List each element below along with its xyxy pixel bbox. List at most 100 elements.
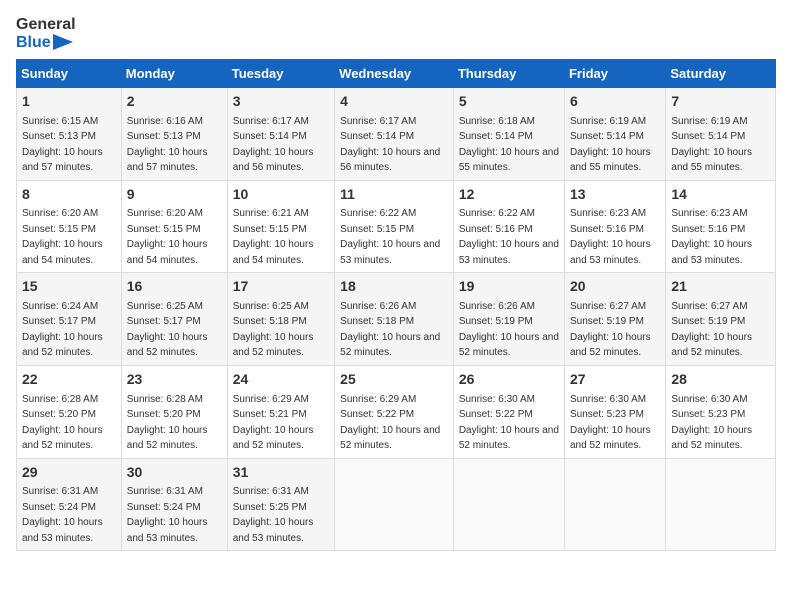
header-tuesday: Tuesday [227,60,334,88]
day-sunrise: Sunrise: 6:30 AM [570,394,646,405]
day-sunset: Sunset: 5:25 PM [233,502,307,513]
day-sunrise: Sunrise: 6:29 AM [340,394,416,405]
day-number: 11 [340,185,448,205]
logo-blue: Blue [16,34,51,52]
calendar-cell-15: 16 Sunrise: 6:25 AM Sunset: 5:17 PM Dayl… [121,273,227,366]
day-number: 12 [459,185,559,205]
day-sunrise: Sunrise: 6:20 AM [22,208,98,219]
calendar-cell-14: 15 Sunrise: 6:24 AM Sunset: 5:17 PM Dayl… [17,273,122,366]
day-daylight: Daylight: 10 hours and 53 minutes. [233,517,314,544]
day-sunset: Sunset: 5:21 PM [233,409,307,420]
calendar-cell-2: 3 Sunrise: 6:17 AM Sunset: 5:14 PM Dayli… [227,88,334,181]
day-sunrise: Sunrise: 6:26 AM [459,301,535,312]
day-sunset: Sunset: 5:16 PM [671,224,745,235]
logo: General Blue [16,16,76,51]
day-sunrise: Sunrise: 6:30 AM [459,394,535,405]
calendar-cell-5: 6 Sunrise: 6:19 AM Sunset: 5:14 PM Dayli… [564,88,665,181]
header-thursday: Thursday [453,60,564,88]
calendar-cell-17: 18 Sunrise: 6:26 AM Sunset: 5:18 PM Dayl… [335,273,454,366]
day-daylight: Daylight: 10 hours and 52 minutes. [233,425,314,452]
day-number: 1 [22,92,116,112]
day-daylight: Daylight: 10 hours and 53 minutes. [459,239,559,266]
calendar-cell-13: 14 Sunrise: 6:23 AM Sunset: 5:16 PM Dayl… [666,180,776,273]
day-sunset: Sunset: 5:19 PM [570,316,644,327]
page-header: General Blue [16,16,776,51]
day-sunset: Sunset: 5:16 PM [570,224,644,235]
day-number: 22 [22,370,116,390]
day-daylight: Daylight: 10 hours and 55 minutes. [671,147,752,174]
day-sunrise: Sunrise: 6:31 AM [233,486,309,497]
day-sunrise: Sunrise: 6:27 AM [570,301,646,312]
day-sunset: Sunset: 5:15 PM [127,224,201,235]
calendar-cell-1: 2 Sunrise: 6:16 AM Sunset: 5:13 PM Dayli… [121,88,227,181]
day-number: 8 [22,185,116,205]
calendar-cell-34 [666,458,776,551]
calendar-cell-20: 21 Sunrise: 6:27 AM Sunset: 5:19 PM Dayl… [666,273,776,366]
day-sunrise: Sunrise: 6:21 AM [233,208,309,219]
day-daylight: Daylight: 10 hours and 57 minutes. [127,147,208,174]
day-number: 20 [570,277,660,297]
calendar-week-2: 8 Sunrise: 6:20 AM Sunset: 5:15 PM Dayli… [17,180,776,273]
calendar-cell-16: 17 Sunrise: 6:25 AM Sunset: 5:18 PM Dayl… [227,273,334,366]
day-sunrise: Sunrise: 6:23 AM [570,208,646,219]
day-daylight: Daylight: 10 hours and 52 minutes. [340,332,440,359]
day-daylight: Daylight: 10 hours and 54 minutes. [233,239,314,266]
day-number: 16 [127,277,222,297]
day-sunset: Sunset: 5:13 PM [127,131,201,142]
day-sunrise: Sunrise: 6:19 AM [671,116,747,127]
day-sunrise: Sunrise: 6:20 AM [127,208,203,219]
day-number: 24 [233,370,329,390]
day-sunset: Sunset: 5:16 PM [459,224,533,235]
logo-arrow-icon [53,34,73,50]
calendar-cell-9: 10 Sunrise: 6:21 AM Sunset: 5:15 PM Dayl… [227,180,334,273]
day-sunset: Sunset: 5:15 PM [340,224,414,235]
day-sunset: Sunset: 5:14 PM [233,131,307,142]
day-number: 10 [233,185,329,205]
day-daylight: Daylight: 10 hours and 54 minutes. [127,239,208,266]
header-monday: Monday [121,60,227,88]
day-number: 27 [570,370,660,390]
day-sunrise: Sunrise: 6:15 AM [22,116,98,127]
day-daylight: Daylight: 10 hours and 56 minutes. [233,147,314,174]
day-number: 23 [127,370,222,390]
calendar-cell-25: 26 Sunrise: 6:30 AM Sunset: 5:22 PM Dayl… [453,365,564,458]
day-sunset: Sunset: 5:24 PM [127,502,201,513]
logo-general: General [16,16,76,34]
calendar-cell-18: 19 Sunrise: 6:26 AM Sunset: 5:19 PM Dayl… [453,273,564,366]
calendar-cell-26: 27 Sunrise: 6:30 AM Sunset: 5:23 PM Dayl… [564,365,665,458]
day-number: 17 [233,277,329,297]
calendar-cell-33 [564,458,665,551]
calendar-cell-32 [453,458,564,551]
calendar-cell-30: 31 Sunrise: 6:31 AM Sunset: 5:25 PM Dayl… [227,458,334,551]
day-sunset: Sunset: 5:14 PM [459,131,533,142]
day-number: 30 [127,463,222,483]
day-sunset: Sunset: 5:19 PM [671,316,745,327]
day-sunset: Sunset: 5:24 PM [22,502,96,513]
day-daylight: Daylight: 10 hours and 52 minutes. [22,332,103,359]
calendar-header-row: SundayMondayTuesdayWednesdayThursdayFrid… [17,60,776,88]
day-number: 21 [671,277,770,297]
day-number: 26 [459,370,559,390]
calendar-cell-27: 28 Sunrise: 6:30 AM Sunset: 5:23 PM Dayl… [666,365,776,458]
day-number: 7 [671,92,770,112]
day-number: 14 [671,185,770,205]
day-daylight: Daylight: 10 hours and 56 minutes. [340,147,440,174]
day-sunset: Sunset: 5:14 PM [570,131,644,142]
day-sunset: Sunset: 5:14 PM [340,131,414,142]
calendar-cell-0: 1 Sunrise: 6:15 AM Sunset: 5:13 PM Dayli… [17,88,122,181]
day-daylight: Daylight: 10 hours and 52 minutes. [127,425,208,452]
day-daylight: Daylight: 10 hours and 52 minutes. [671,332,752,359]
day-sunset: Sunset: 5:17 PM [127,316,201,327]
calendar-week-5: 29 Sunrise: 6:31 AM Sunset: 5:24 PM Dayl… [17,458,776,551]
day-number: 18 [340,277,448,297]
day-number: 6 [570,92,660,112]
day-daylight: Daylight: 10 hours and 52 minutes. [570,425,651,452]
day-sunset: Sunset: 5:20 PM [22,409,96,420]
day-sunset: Sunset: 5:14 PM [671,131,745,142]
calendar-cell-10: 11 Sunrise: 6:22 AM Sunset: 5:15 PM Dayl… [335,180,454,273]
day-sunrise: Sunrise: 6:22 AM [459,208,535,219]
day-sunset: Sunset: 5:23 PM [671,409,745,420]
header-wednesday: Wednesday [335,60,454,88]
day-daylight: Daylight: 10 hours and 53 minutes. [127,517,208,544]
day-sunrise: Sunrise: 6:28 AM [22,394,98,405]
